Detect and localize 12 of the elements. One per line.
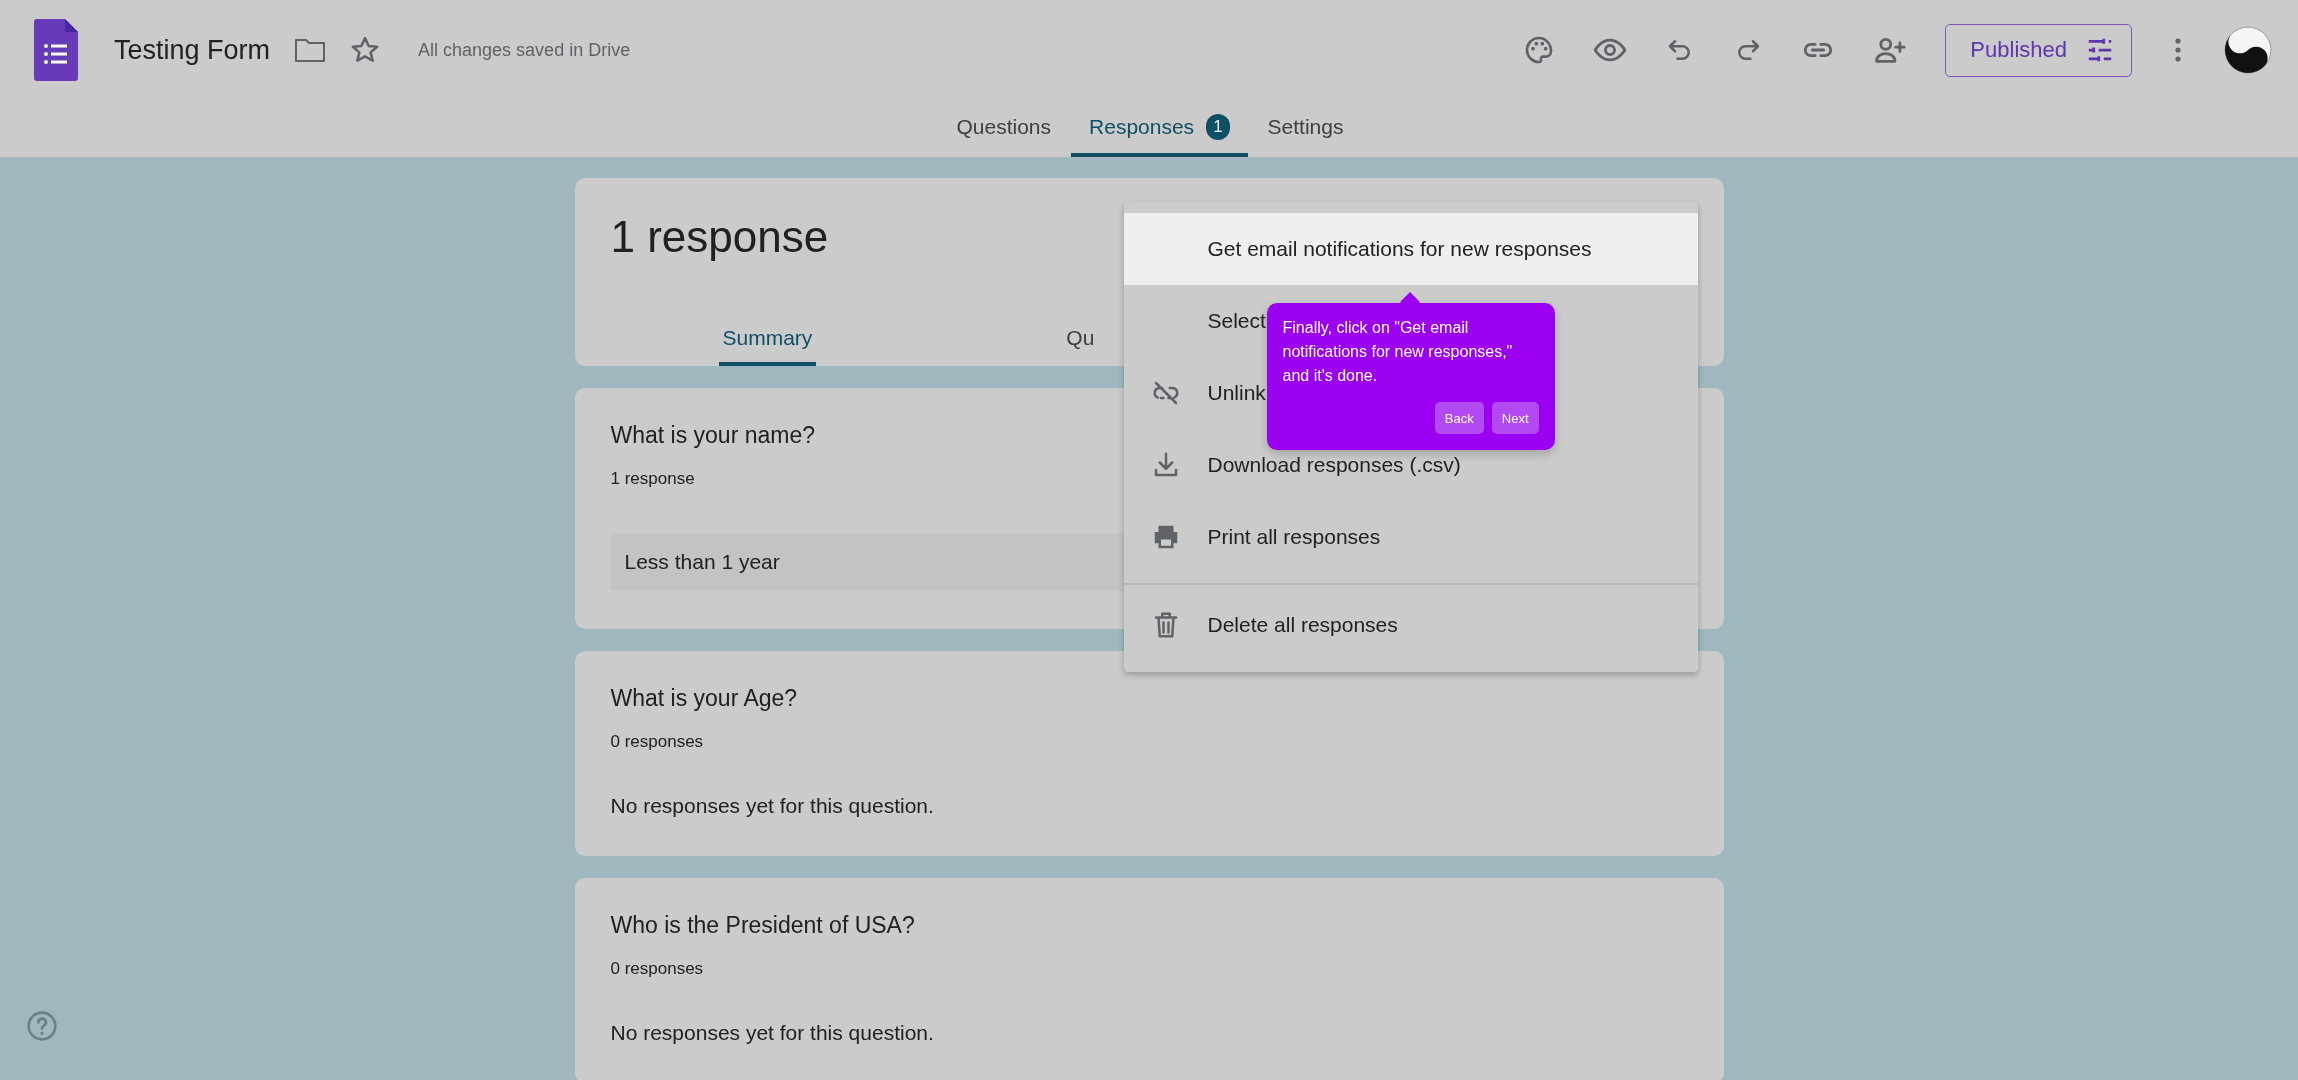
save-status: All changes saved in Drive xyxy=(418,39,631,61)
response-count: 1 response xyxy=(610,212,829,262)
question-title: Who is the President of USA? xyxy=(610,912,915,939)
tooltip-text: Finally, click on "Get email notifications for new responses," and it's done. xyxy=(1282,318,1514,386)
question-title: What is your Age? xyxy=(610,685,798,712)
response-count: 0 responses xyxy=(610,959,704,979)
response-count: 0 responses xyxy=(610,732,704,752)
count-badge: 1 xyxy=(1206,113,1230,140)
response-count: 1 response xyxy=(610,469,695,489)
empty-message: No responses yet for this question. xyxy=(610,1021,934,1045)
empty-message: No responses yet for this question. xyxy=(610,794,934,818)
question-title: What is your name? xyxy=(610,422,816,449)
